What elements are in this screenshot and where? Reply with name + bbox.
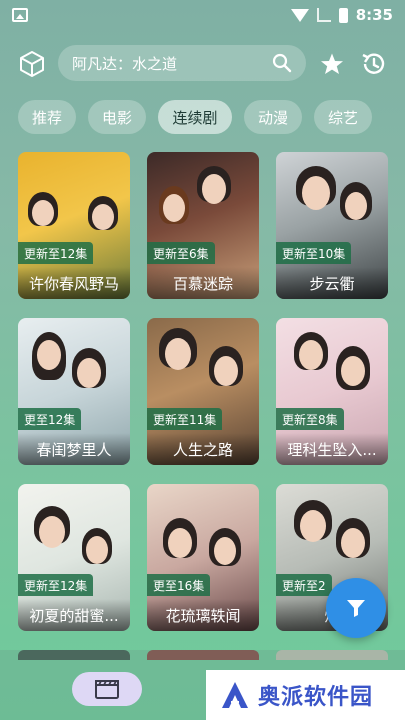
search-bar[interactable]: 阿凡达：水之道 [58,45,306,81]
card-title: 花琉璃轶闻 [147,599,259,631]
filter-icon [347,600,365,617]
cube-icon[interactable] [18,50,46,78]
update-badge: 更新至12集 [18,574,94,596]
card-title: 理科生坠入... [276,433,388,465]
video-card[interactable]: 更新至12集 许你春风野马 [18,152,130,299]
update-badge: 更新至12集 [18,242,94,264]
update-badge: 更新至8集 [276,408,344,430]
card-title: 春闺梦里人 [18,433,130,465]
search-text: 阿凡达：水之道 [72,54,178,73]
watermark-logo [222,682,248,708]
card-title: 人生之路 [147,433,259,465]
video-card[interactable]: 更至12集 春闺梦里人 [18,318,130,465]
search-icon[interactable] [272,53,292,73]
update-badge: 更至16集 [147,574,211,596]
update-badge: 更新至2 [276,574,332,596]
filter-button[interactable] [326,578,386,638]
tab-anime[interactable]: 动漫 [244,100,302,134]
update-badge: 更新至11集 [147,408,223,430]
gallery-notification-icon [12,8,28,22]
clapperboard-icon [95,680,119,699]
signal-icon [316,8,331,22]
videos-nav-button[interactable] [72,672,142,706]
tab-recommend[interactable]: 推荐 [18,100,76,134]
video-card[interactable]: 更新至11集 人生之路 [147,318,259,465]
video-card[interactable]: 更新至12集 初夏的甜蜜... [18,484,130,631]
card-title: 初夏的甜蜜... [18,599,130,631]
status-bar: 8:35 [0,0,405,30]
video-card[interactable]: 更新至10集 步云衢 [276,152,388,299]
watermark-text: 奥派软件园 [258,685,374,710]
star-icon[interactable] [320,52,344,76]
header: 阿凡达：水之道 [0,40,405,88]
card-title: 步云衢 [276,267,388,299]
tab-series[interactable]: 连续剧 [158,100,232,134]
video-card[interactable]: 更新至8集 理科生坠入... [276,318,388,465]
wifi-icon [290,8,309,22]
card-title: 百慕迷踪 [147,267,259,299]
video-card[interactable]: 更新至6集 百慕迷踪 [147,152,259,299]
update-badge: 更新至10集 [276,242,352,264]
update-badge: 更新至6集 [147,242,215,264]
tab-variety[interactable]: 综艺 [314,100,372,134]
site-watermark: 奥派软件园 [206,670,405,720]
video-card[interactable]: 更至16集 花琉璃轶闻 [147,484,259,631]
history-icon[interactable] [360,50,388,78]
tab-movies[interactable]: 电影 [88,100,146,134]
category-tabs: 推荐 电影 连续剧 动漫 综艺 [18,100,372,134]
update-badge: 更至12集 [18,408,82,430]
clock: 8:35 [355,6,393,24]
battery-icon [338,7,348,23]
card-title: 许你春风野马 [18,267,130,299]
